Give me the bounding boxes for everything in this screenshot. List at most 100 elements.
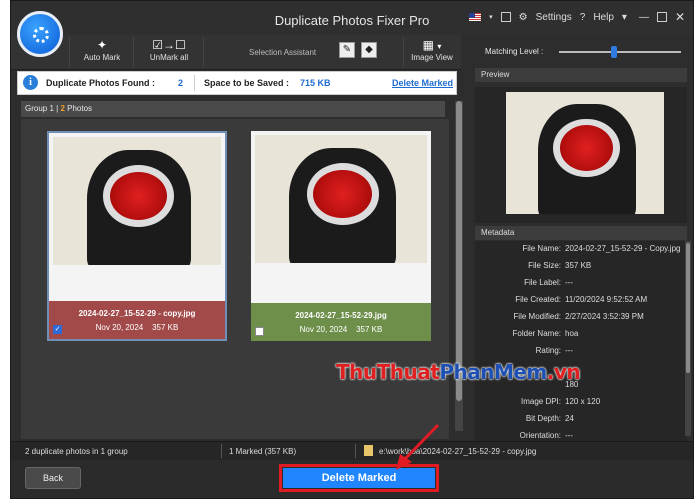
toolbar-divider (133, 37, 134, 67)
help-menu[interactable]: Help (593, 12, 614, 23)
back-button[interactable]: Back (25, 467, 81, 489)
metadata-key: Rating: (535, 346, 561, 355)
metadata-scroll-thumb[interactable] (686, 243, 690, 373)
metadata-value: 120 x 120 (565, 397, 601, 406)
matching-level-label: Matching Level : (485, 47, 544, 56)
photo-checkbox[interactable]: ✓ (53, 325, 62, 334)
image-view-button[interactable]: ▦ ▾ Image View (405, 35, 459, 69)
photo-thumbnail[interactable] (53, 137, 221, 265)
watermark-part: Mem (493, 360, 547, 384)
metadata-row: File Created: 11/20/2024 9:52:52 AM (475, 295, 687, 312)
selection-wand-button[interactable]: ✎ (339, 42, 355, 58)
question-icon: ? (579, 11, 586, 23)
watermark-part: .vn (546, 360, 581, 384)
metadata-row: File Modified: 2/27/2024 3:52:39 PM (475, 312, 687, 329)
grid-view-icon: ▦ ▾ (422, 38, 442, 52)
photo-file-name: 2024-02-27_15-52-29.jpg (295, 311, 387, 320)
metadata-value: --- (565, 346, 573, 355)
metadata-row: File Label: --- (475, 278, 687, 295)
metadata-key: Bit Depth: (525, 414, 561, 423)
photo-thumbnail[interactable] (255, 135, 427, 263)
photo-checkbox[interactable] (255, 327, 264, 336)
metadata-value: 24 (565, 414, 574, 423)
group-name: Group 1 | (25, 104, 59, 113)
preview-photo-content (506, 92, 664, 214)
settings-menu[interactable]: Settings (536, 12, 572, 23)
toolbar-divider (403, 37, 404, 67)
group-header: Group 1 | 2 Photos (21, 101, 445, 117)
photo-date: Nov 20, 2024 (95, 323, 144, 332)
delete-marked-link[interactable]: Delete Marked (392, 78, 453, 88)
selection-assistant-label: Selection Assistant (249, 48, 317, 57)
status-groups: 2 duplicate photos in 1 group (25, 447, 128, 456)
photo-card[interactable]: 2024-02-27_15-52-29 - copy.jpg Nov 20, 2… (47, 131, 227, 341)
unmark-all-button[interactable]: ☑→☐ UnMark all (137, 35, 201, 69)
metadata-key: File Name: (522, 244, 561, 253)
photo-meta: Nov 20, 2024 357 KB (49, 323, 225, 332)
watermark-part: Phan (439, 360, 494, 384)
auto-mark-button[interactable]: ✦ Auto Mark (73, 35, 131, 69)
gear-icon: ⚙ (518, 11, 528, 23)
metadata-key: File Created: (515, 295, 561, 304)
metadata-value: --- (565, 431, 573, 440)
slider-knob[interactable] (611, 46, 618, 58)
auto-mark-label: Auto Mark (83, 53, 121, 62)
chevron-down-icon[interactable]: ▾ (489, 13, 493, 21)
app-logo (17, 11, 63, 57)
status-marked: 1 Marked (357 KB) (229, 447, 297, 456)
image-view-label: Image View (411, 53, 453, 62)
title-bar: Duplicate Photos Fixer Pro ▾ ⚙ Settings … (11, 1, 693, 35)
delete-marked-button[interactable]: Delete Marked (279, 464, 439, 492)
space-saved-value: 715 KB (300, 78, 331, 88)
preview-pane (475, 87, 687, 223)
scrollbar-thumb[interactable] (456, 101, 462, 401)
metadata-key: Folder Name: (512, 329, 561, 338)
metadata-scrollbar[interactable] (685, 241, 691, 436)
selection-eraser-button[interactable]: ◆ (361, 42, 377, 58)
photo-size: 357 KB (356, 325, 383, 334)
title-bar-controls: ▾ ⚙ Settings ? Help ▾ — ✕ (469, 10, 685, 24)
info-icon: i (23, 75, 38, 90)
metadata-key: File Label: (524, 278, 561, 287)
toolbar: ✦ Auto Mark ☑→☐ UnMark all Selection Ass… (11, 35, 461, 70)
wand-icon: ✎ (342, 44, 352, 55)
help-chevron-icon: ▾ (621, 11, 627, 23)
watermark-part: Thuat (376, 360, 440, 384)
minimize-button[interactable]: — (639, 12, 649, 23)
register-icon[interactable] (500, 12, 511, 22)
group-unit: Photos (67, 104, 93, 113)
eraser-icon: ◆ (365, 44, 373, 55)
magic-wand-icon: ✦ (96, 38, 108, 52)
metadata-row: File Size: 357 KB (475, 261, 687, 278)
photo-size: 357 KB (152, 323, 179, 332)
matching-level-slider[interactable] (559, 46, 681, 58)
bouquet-roses (110, 171, 168, 221)
close-button[interactable]: ✕ (675, 10, 685, 24)
metadata-row: Bit Depth: 24 (475, 414, 687, 431)
app-window: Duplicate Photos Fixer Pro ▾ ⚙ Settings … (10, 0, 694, 499)
photo-file-name: 2024-02-27_15-52-29 - copy.jpg (78, 309, 196, 318)
metadata-table: File Name: 2024-02-27_15-52-29 - Copy.jpg… (475, 241, 687, 441)
unmark-checkbox-icon: ☑→☐ (152, 38, 186, 52)
maximize-button[interactable] (656, 12, 667, 22)
watermark: ThuThuatPhanMem.vn (336, 360, 581, 384)
info-bar: i Duplicate Photos Found : 2 Space to be… (17, 71, 457, 95)
metadata-value: 2024-02-27_15-52-29 - Copy.jpg (565, 244, 681, 253)
metadata-heading: Metadata (475, 226, 687, 240)
metadata-value: 2/27/2024 3:52:39 PM (565, 312, 644, 321)
group-count: 2 (60, 104, 65, 113)
metadata-value: --- (565, 278, 573, 287)
metadata-row: File Name: 2024-02-27_15-52-29 - Copy.jpg (475, 244, 687, 261)
photo-card[interactable]: 2024-02-27_15-52-29.jpg Nov 20, 2024 357… (251, 131, 431, 341)
status-bar: 2 duplicate photos in 1 group 1 Marked (… (11, 441, 693, 460)
status-path: e:\work\hoa\2024-02-27_15-52-29 - copy.j… (379, 447, 537, 456)
preview-image (506, 92, 664, 214)
metadata-key: File Size: (528, 261, 561, 270)
metadata-row: Image DPI: 120 x 120 (475, 397, 687, 414)
file-icon (364, 445, 373, 456)
photo-grid: 2024-02-27_15-52-29 - copy.jpg Nov 20, 2… (21, 119, 449, 439)
metadata-value: 357 KB (565, 261, 592, 270)
metadata-key: Image DPI: (520, 397, 561, 406)
us-flag-icon[interactable] (469, 13, 482, 21)
space-saved-label: Space to be Saved : (204, 78, 290, 88)
